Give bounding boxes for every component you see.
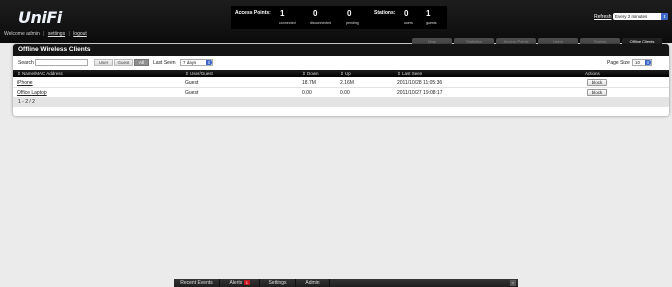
alerts-tab[interactable]: Alerts 1 [220,279,260,287]
refresh-link[interactable]: Refresh [594,14,612,20]
block-button[interactable]: block [587,79,607,86]
logout-link[interactable]: logout [73,31,87,37]
last-seen-label: Last Seen [153,60,176,66]
alerts-count-badge: 1 [244,280,250,285]
users-count: 0 [404,9,409,18]
filter-guest-button[interactable]: Guest [114,59,133,66]
admin-tab[interactable]: Admin [296,279,330,287]
last-seen-value: 7 days [183,60,197,65]
select-arrow-icon: ⇕ [661,13,668,20]
table-row: iPhone Guest 18.7M 2.16M 2011/10/28 11:0… [13,78,669,88]
block-button[interactable]: block [587,89,607,96]
select-arrow-icon: ⇕ [206,60,212,65]
unifi-logo: UniFi [18,8,62,27]
last-seen-select[interactable]: 7 days ⇕ [180,59,213,66]
column-header-type[interactable]: ⇕ User/Guest [185,71,213,77]
client-name-link[interactable]: iPhone [17,80,33,86]
table-header: ⇕ Name/MAC Address ⇕ User/Guest ⇕ Down ⇕… [13,70,669,77]
client-up: 0.00 [340,90,350,96]
welcome-text: Welcome admin [4,31,40,37]
column-header-last-seen[interactable]: ⇕ Last Seen [397,71,422,77]
refresh-interval-select[interactable]: Every 2 minutes ⇕ [613,13,668,20]
alerts-label: Alerts [229,280,243,286]
ap-pending-label: pending [346,21,359,25]
filter-toolbar: Search User Guest All Last Seen 7 days ⇕… [13,56,669,70]
filter-all-button[interactable]: All [134,59,149,66]
recent-events-tab[interactable]: Recent Events [174,279,220,287]
ap-connected-label: connected [279,21,296,25]
client-down: 18.7M [302,80,316,86]
refresh-interval-value: Every 2 minutes [615,14,648,19]
column-header-up[interactable]: ⇕ Up [340,71,351,77]
page-size-value: 10 [635,60,641,65]
top-header: UniFi Welcome admin | settings | logout … [0,0,672,45]
column-header-name[interactable]: ⇕ Name/MAC Address [17,71,63,77]
ap-connected-count: 1 [280,9,285,18]
client-type: Guest [185,80,199,86]
select-arrow-icon: ⇕ [645,60,651,65]
page-size-label: Page Size [607,60,630,66]
users-label: users [404,21,413,25]
search-label: Search [18,60,34,66]
client-last-seen: 2011/10/28 11:05:36 [397,80,443,86]
filter-user-button[interactable]: User [94,59,113,66]
offline-clients-panel: Offline Wireless Clients Search User Gue… [13,44,669,116]
bottom-bar: Recent Events Alerts 1 Settings Admin × [174,279,518,287]
stations-label: Stations: [374,10,396,16]
welcome-bar: Welcome admin | settings | logout [4,31,87,37]
ap-disconnected-label: disconnected [310,21,332,25]
settings-tab[interactable]: Settings [260,279,296,287]
pager-text: 1 - 2 / 2 [18,99,35,105]
client-down: 0.00 [302,90,312,96]
column-header-down[interactable]: ⇕ Down [302,71,319,77]
guests-count: 1 [426,9,431,18]
separator: | [68,31,70,37]
settings-link[interactable]: settings [48,31,65,37]
close-icon[interactable]: × [510,280,516,286]
client-name-link[interactable]: Office Laptop [17,90,47,96]
client-type: Guest [185,90,199,96]
search-input[interactable] [35,59,88,66]
client-up: 2.16M [340,80,354,86]
separator: | [43,31,45,37]
client-last-seen: 2011/10/27 19:08:17 [397,90,443,96]
stats-panel: Access Points: 1 connected 0 disconnecte… [231,6,447,29]
page-size-select[interactable]: 10 ⇕ [632,59,652,66]
panel-title: Offline Wireless Clients [13,44,669,56]
ap-pending-count: 0 [347,9,352,18]
ap-disconnected-count: 0 [313,9,318,18]
access-points-label: Access Points: [235,10,271,16]
column-header-actions: Actions [585,71,600,76]
pager: 1 - 2 / 2 [13,97,669,107]
guests-label: guests [426,21,437,25]
